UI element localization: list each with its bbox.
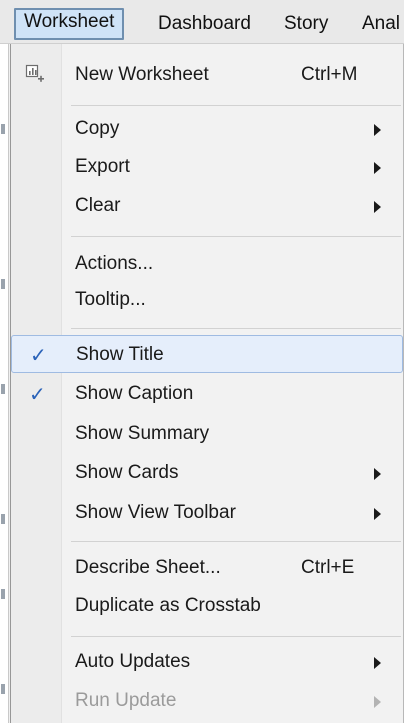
menubar-item-analysis[interactable]: Anal [362, 10, 400, 38]
menubar-item-dashboard[interactable]: Dashboard [158, 10, 251, 38]
new-worksheet-label: New Worksheet [75, 64, 209, 85]
auto-updates-label: Auto Updates [75, 651, 191, 672]
menu-item-describe-sheet[interactable]: Describe Sheet... Ctrl+E [11, 549, 403, 587]
menu-item-show-summary[interactable]: Show Summary [11, 415, 403, 453]
menu-separator [71, 236, 401, 237]
show-title-label: Show Title [76, 344, 164, 365]
submenu-arrow-icon [374, 508, 381, 520]
tooltip-label: Tooltip... [75, 289, 146, 310]
menu-separator [71, 105, 401, 106]
duplicate-crosstab-label: Duplicate as Crosstab [75, 595, 261, 616]
menu-item-show-caption[interactable]: ✓ Show Caption [11, 375, 403, 413]
menu-item-auto-updates[interactable]: Auto Updates [11, 643, 403, 681]
submenu-arrow-icon [374, 201, 381, 213]
describe-sheet-shortcut: Ctrl+E [301, 557, 355, 578]
checkmark-icon: ✓ [30, 343, 47, 367]
menu-separator [71, 636, 401, 637]
show-view-toolbar-label: Show View Toolbar [75, 502, 236, 523]
menu-item-show-title[interactable]: ✓ Show Title [11, 335, 403, 373]
menu-bar: Worksheet Dashboard Story Anal [0, 0, 404, 44]
menubar-item-story[interactable]: Story [284, 10, 328, 38]
submenu-arrow-icon [374, 696, 381, 708]
menu-item-copy[interactable]: Copy [11, 110, 403, 148]
background-window-edge [0, 44, 9, 723]
clear-label: Clear [75, 195, 121, 216]
copy-label: Copy [75, 118, 120, 139]
submenu-arrow-icon [374, 468, 381, 480]
background-mark [1, 684, 5, 694]
new-worksheet-icon [25, 64, 44, 82]
background-mark [1, 124, 5, 134]
submenu-arrow-icon [374, 162, 381, 174]
export-label: Export [75, 156, 130, 177]
menu-item-duplicate-crosstab[interactable]: Duplicate as Crosstab [11, 587, 403, 625]
submenu-arrow-icon [374, 657, 381, 669]
checkmark-icon: ✓ [29, 382, 46, 406]
describe-sheet-label: Describe Sheet... [75, 557, 221, 578]
show-cards-label: Show Cards [75, 462, 179, 483]
menu-item-actions[interactable]: Actions... [11, 245, 403, 283]
menu-separator [71, 541, 401, 542]
menu-separator [71, 328, 401, 329]
show-summary-label: Show Summary [75, 423, 210, 444]
new-worksheet-shortcut: Ctrl+M [301, 64, 358, 85]
background-mark [1, 279, 5, 289]
actions-label: Actions... [75, 253, 154, 274]
worksheet-dropdown-menu: New Worksheet Ctrl+M Copy Export Clear A… [10, 44, 404, 723]
background-mark [1, 589, 5, 599]
menu-item-show-cards[interactable]: Show Cards [11, 454, 403, 492]
show-caption-label: Show Caption [75, 383, 194, 404]
background-mark [1, 514, 5, 524]
menubar-item-worksheet[interactable]: Worksheet [14, 8, 125, 40]
menu-item-new-worksheet[interactable]: New Worksheet Ctrl+M [11, 56, 403, 94]
menu-item-show-view-toolbar[interactable]: Show View Toolbar [11, 494, 403, 532]
menu-item-tooltip[interactable]: Tooltip... [11, 281, 403, 319]
menu-item-export[interactable]: Export [11, 148, 403, 186]
background-mark [1, 384, 5, 394]
run-update-label: Run Update [75, 690, 177, 711]
menu-item-clear[interactable]: Clear [11, 187, 403, 225]
menu-item-run-update: Run Update [11, 682, 403, 720]
submenu-arrow-icon [374, 124, 381, 136]
